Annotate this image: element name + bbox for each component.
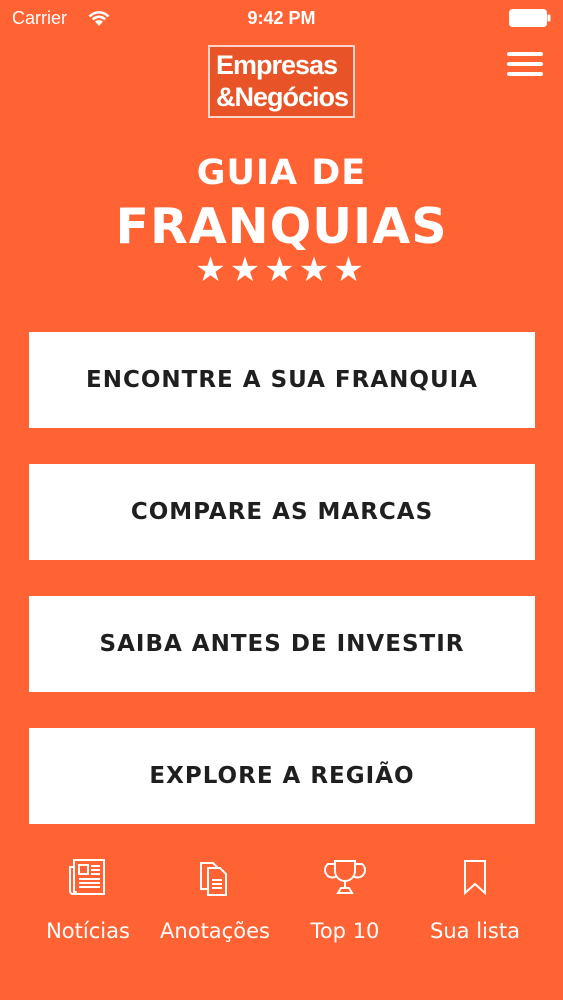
status-bar: Carrier 9:42 PM [0, 0, 563, 38]
battery-icon [509, 9, 551, 27]
tab-anotacoes[interactable]: Anotações [155, 855, 275, 965]
newspaper-icon [69, 859, 105, 895]
stars-rating-icon: ★★★★★ [195, 250, 368, 290]
know-before-investing-button[interactable]: SAIBA ANTES DE INVESTIR [29, 596, 535, 692]
logo-line-negocios: &Negócios [216, 82, 349, 112]
tab-label: Sua lista [430, 919, 520, 943]
tab-sua-lista[interactable]: Sua lista [420, 855, 530, 965]
tab-label: Top 10 [310, 919, 380, 943]
app-logo: Empresas &Negócios [208, 45, 355, 118]
trophy-icon [324, 860, 366, 894]
documents-icon [200, 862, 227, 896]
clock: 9:42 PM [247, 8, 316, 28]
hamburger-menu-icon[interactable] [507, 50, 543, 80]
tab-label: Notícias [46, 919, 130, 943]
title-line-1: GUIA DE [196, 153, 367, 193]
logo-line-empresas: Empresas [216, 50, 338, 80]
compare-brands-button[interactable]: COMPARE AS MARCAS [29, 464, 535, 560]
title-line-2: FRANQUIAS [115, 198, 448, 255]
tab-top-10[interactable]: Top 10 [295, 855, 395, 965]
bookmark-icon [464, 860, 486, 896]
explore-region-button[interactable]: EXPLORE A REGIÃO [29, 728, 535, 824]
find-franchise-button[interactable]: ENCONTRE A SUA FRANQUIA [29, 332, 535, 428]
tab-label: Anotações [160, 919, 270, 943]
tab-noticias[interactable]: Notícias [38, 855, 138, 965]
